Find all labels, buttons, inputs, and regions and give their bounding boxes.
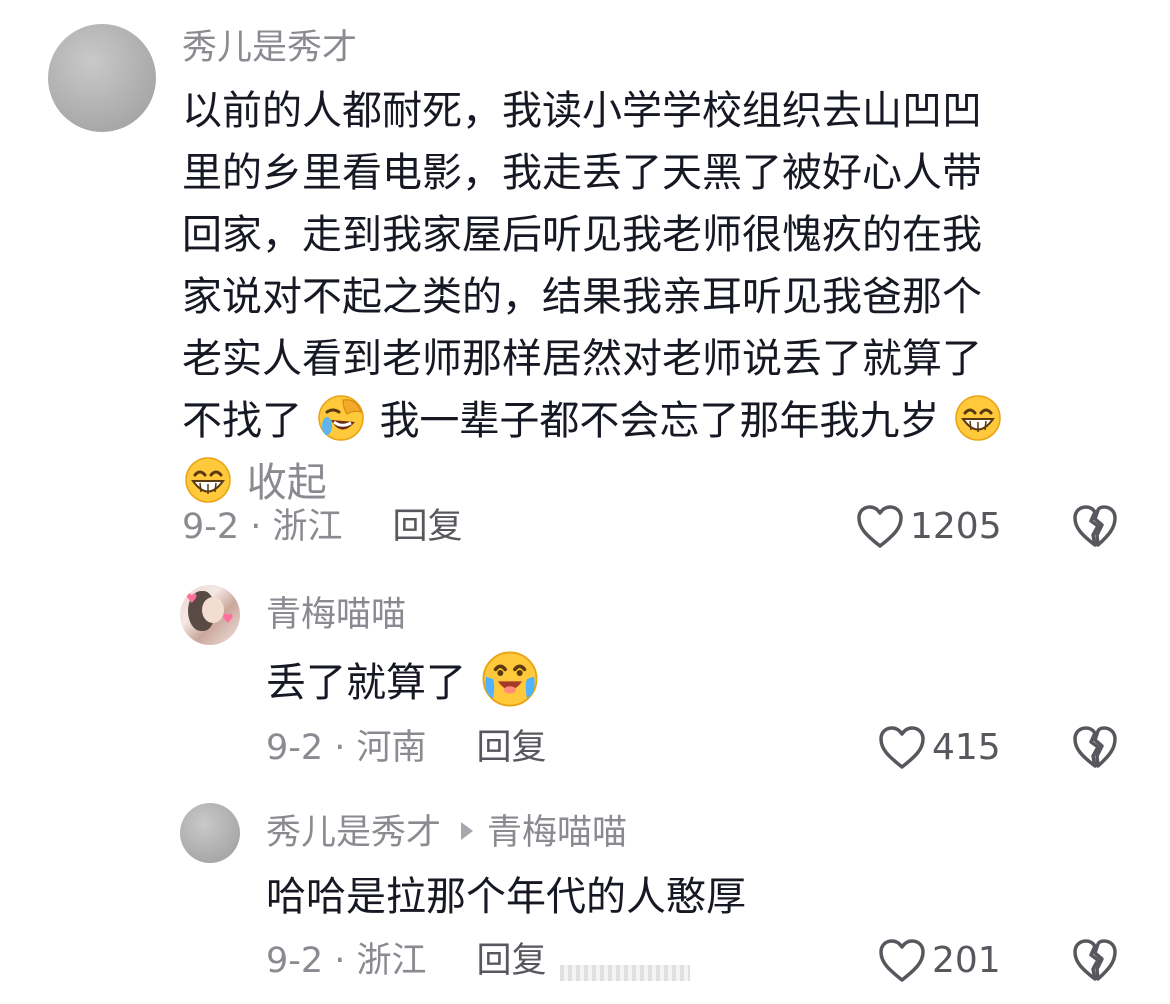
- date-location: 9-2 · 浙江: [266, 941, 427, 981]
- comment-line: 老实人看到老师那样居然对老师说丢了就算了: [182, 336, 982, 382]
- comment-meta: 9-2 · 浙江 回复: [266, 944, 547, 979]
- comment-text: 以前的人都耐死，我读小学学校组织去山凹凹 里的乡里看电影，我走丢了天黑了被好心人…: [182, 80, 1004, 514]
- grin-emoji: [955, 395, 1001, 441]
- username[interactable]: 秀儿是秀才: [266, 813, 441, 853]
- reply-to-username[interactable]: 青梅喵喵: [487, 813, 627, 853]
- reply-header: 秀儿是秀才 青梅喵喵: [266, 816, 627, 851]
- watermark-overlay: [560, 965, 690, 981]
- comment-text-segment: 不找了: [182, 398, 302, 444]
- heart-icon: ♥: [186, 592, 198, 607]
- avatar[interactable]: [180, 803, 240, 863]
- broken-heart-icon[interactable]: [1072, 938, 1118, 984]
- heart-outline-icon: [857, 505, 903, 548]
- heart-outline-icon: [879, 939, 925, 982]
- comment-meta: 9-2 · 河南 回复: [266, 731, 547, 766]
- date-location: 9-2 · 河南: [266, 728, 427, 768]
- comment-meta: 9-2 · 浙江 回复: [182, 510, 463, 545]
- comment-text-segment: 我一辈子都不会忘了那年我九岁: [379, 398, 940, 444]
- comment-line: 家说对不起之类的，结果我亲耳听见我爸那个: [182, 274, 982, 320]
- like-count: 1205: [910, 506, 1002, 547]
- comment-line: 里的乡里看电影，我走丢了天黑了被好心人带: [182, 150, 982, 196]
- heart-outline-icon: [879, 726, 925, 769]
- broken-heart-icon[interactable]: [1072, 504, 1118, 550]
- comment-line: 以前的人都耐死，我读小学学校组织去山凹凹: [182, 88, 982, 134]
- comment-line: 哈哈是拉那个年代的人憨厚: [266, 874, 746, 920]
- like-button[interactable]: 1205: [856, 504, 1002, 550]
- reply-button[interactable]: 回复: [393, 507, 463, 547]
- avatar[interactable]: [48, 24, 156, 132]
- comment-line: 不找了 我一辈子都不会忘了那年我九岁: [182, 390, 1004, 452]
- date-location: 9-2 · 浙江: [182, 507, 343, 547]
- broken-heart-icon[interactable]: [1072, 725, 1118, 771]
- facepalm-laugh-emoji: [317, 395, 364, 441]
- username[interactable]: 秀儿是秀才: [182, 31, 357, 66]
- comment-text: 丢了就算了: [266, 650, 541, 712]
- heart-icon: ♥: [222, 612, 234, 627]
- laugh-cry-emoji: [482, 651, 538, 707]
- comment-line: 丢了就算了: [266, 650, 541, 712]
- reply-button[interactable]: 回复: [477, 941, 547, 981]
- collapse-button[interactable]: 收起: [247, 460, 327, 506]
- comment-text: 哈哈是拉那个年代的人憨厚: [266, 866, 746, 928]
- username[interactable]: 青梅喵喵: [266, 598, 406, 633]
- like-count: 415: [932, 727, 1001, 768]
- grin-emoji: [185, 457, 231, 503]
- like-button[interactable]: 415: [878, 725, 1001, 771]
- reply-button[interactable]: 回复: [477, 728, 547, 768]
- like-button[interactable]: 201: [878, 938, 1001, 984]
- comment-text-segment: 丢了就算了: [266, 660, 466, 706]
- comment-line: 回家，走到我家屋后听见我老师很愧疚的在我: [182, 212, 982, 258]
- like-count: 201: [932, 940, 1001, 981]
- avatar[interactable]: ♥ ♥: [180, 585, 240, 645]
- play-triangle-icon: [461, 822, 474, 840]
